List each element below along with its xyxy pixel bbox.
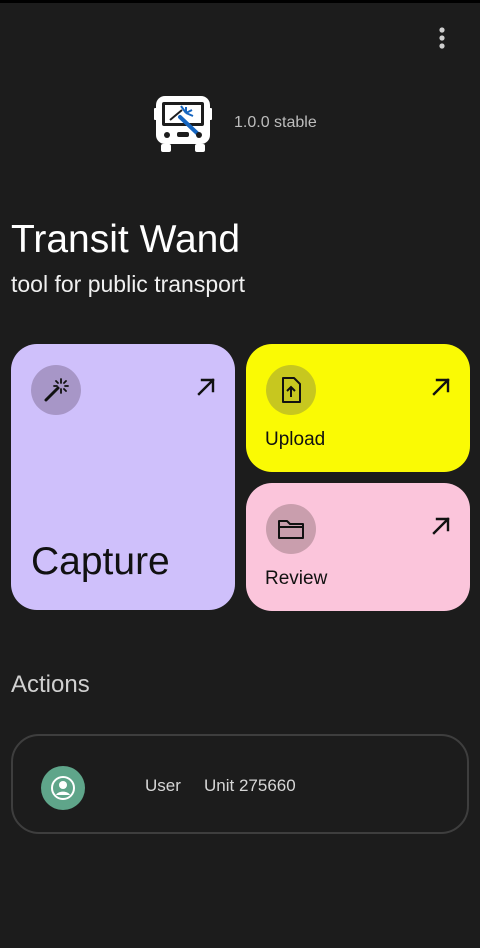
app-subtitle: tool for public transport (11, 271, 245, 297)
status-bar-edge (0, 0, 480, 3)
user-action-card[interactable]: User Unit 275660 (11, 734, 469, 834)
file-upload-icon (282, 377, 301, 403)
overflow-menu-button[interactable] (424, 20, 460, 56)
account-circle-icon (51, 776, 75, 800)
bus-wand-logo-icon (154, 96, 212, 152)
actions-heading: Actions (11, 671, 90, 698)
upload-icon-circle (266, 365, 316, 415)
app-title: Transit Wand (11, 218, 241, 261)
avatar (41, 766, 85, 810)
review-icon-circle (266, 504, 316, 554)
arrow-outward-icon (432, 517, 450, 535)
upload-tile[interactable]: Upload (246, 344, 470, 472)
upload-label: Upload (265, 429, 326, 450)
review-tile[interactable]: Review (246, 483, 470, 611)
folder-icon (278, 520, 304, 539)
unit-label: Unit 275660 (204, 776, 296, 795)
magic-wand-icon (44, 378, 69, 402)
capture-icon-circle (31, 365, 81, 415)
arrow-outward-icon (432, 378, 450, 396)
version-label: 1.0.0 stable (234, 114, 317, 131)
capture-label: Capture (31, 540, 170, 583)
user-label: User (145, 776, 181, 795)
more-vert-icon (439, 27, 445, 49)
arrow-outward-icon (197, 378, 215, 396)
capture-tile[interactable]: Capture (11, 344, 235, 610)
review-label: Review (265, 568, 328, 589)
